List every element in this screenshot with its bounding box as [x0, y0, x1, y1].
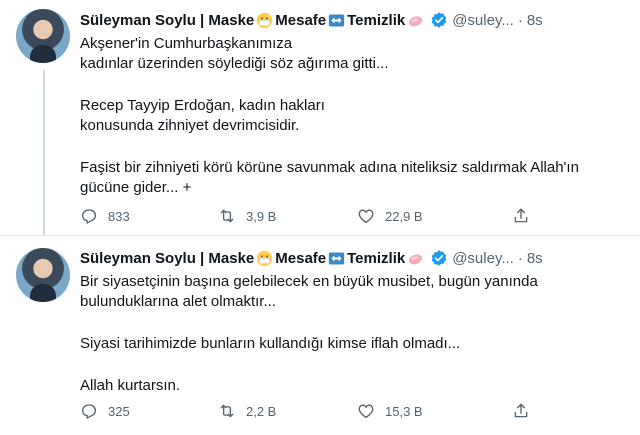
- author-name[interactable]: Süleyman Soylu | Maske: [80, 250, 254, 267]
- share-button[interactable]: [512, 400, 540, 422]
- tweet-text-line: Bir siyasetçinin başına gelebilecek en b…: [80, 273, 538, 290]
- author-name-part3[interactable]: Temizlik: [347, 12, 405, 29]
- tweet-text-line: Recep Tayyip Erdoğan, kadın hakları: [80, 97, 325, 114]
- like-count: 22,9 B: [385, 208, 423, 224]
- tweet-text: Bir siyasetçinin başına gelebilecek en b…: [80, 272, 625, 396]
- soap-emoji-icon: [409, 253, 423, 264]
- tweet-timestamp[interactable]: 8s: [527, 250, 543, 267]
- soap-emoji-icon: [409, 15, 423, 26]
- tweet-actions: 325 2,2 B 15,3 B: [80, 400, 540, 422]
- reply-button[interactable]: 833: [80, 205, 130, 227]
- share-icon: [514, 403, 528, 418]
- heart-icon: [358, 209, 374, 224]
- retweet-button[interactable]: 2,2 B: [218, 400, 276, 422]
- author-name-part2[interactable]: Mesafe: [275, 12, 326, 29]
- author-handle[interactable]: @suley...: [452, 250, 514, 267]
- avatar[interactable]: [16, 248, 70, 302]
- tweet-timestamp[interactable]: 8s: [527, 12, 543, 29]
- verified-badge-icon: [431, 12, 447, 28]
- left-right-arrow-emoji-icon: [328, 252, 345, 264]
- share-button[interactable]: [512, 205, 540, 227]
- mask-emoji-icon: [257, 250, 273, 266]
- reply-icon: [81, 209, 97, 224]
- tweet-text: Akşener'in Cumhurbaşkanımıza kadınlar üz…: [80, 34, 625, 198]
- author-name-part3[interactable]: Temizlik: [347, 250, 405, 267]
- left-right-arrow-emoji-icon: [328, 14, 345, 26]
- author-name[interactable]: Süleyman Soylu | Maske: [80, 12, 254, 29]
- like-button[interactable]: 15,3 B: [357, 400, 423, 422]
- retweet-icon: [220, 209, 234, 223]
- tweet-text-line: Akşener'in Cumhurbaşkanımıza: [80, 35, 293, 52]
- reply-button[interactable]: 325: [80, 400, 130, 422]
- retweet-icon: [220, 404, 234, 418]
- heart-icon: [358, 404, 374, 419]
- tweet-text-line: gücüne gider... +: [80, 179, 192, 196]
- like-count: 15,3 B: [385, 403, 423, 419]
- tweet-text-line: Allah kurtarsın.: [80, 377, 181, 394]
- retweet-button[interactable]: 3,9 B: [218, 205, 276, 227]
- tweet-text-line: konusunda zihniyet devrimcisidir.: [80, 117, 300, 134]
- like-button[interactable]: 22,9 B: [357, 205, 423, 227]
- tweet[interactable]: Süleyman Soylu | Maske Mesafe Temizlik @…: [0, 236, 640, 435]
- tweet[interactable]: Süleyman Soylu | Maske Mesafe Temizlik @…: [0, 0, 640, 236]
- share-icon: [514, 208, 528, 223]
- verified-badge-icon: [431, 250, 447, 266]
- tweet-header: Süleyman Soylu | Maske Mesafe Temizlik @…: [80, 247, 543, 269]
- tweet-header: Süleyman Soylu | Maske Mesafe Temizlik @…: [80, 9, 543, 31]
- separator-dot: ·: [517, 11, 523, 29]
- reply-icon: [81, 404, 97, 419]
- tweet-text-line: bulunduklarına alet olmaktır...: [80, 293, 276, 310]
- tweet-text-line: Siyasi tarihimizde bunların kullandığı k…: [80, 335, 461, 352]
- mask-emoji-icon: [257, 12, 273, 28]
- retweet-count: 2,2 B: [246, 403, 277, 419]
- separator-dot: ·: [517, 249, 523, 267]
- reply-count: 325: [108, 403, 130, 419]
- avatar[interactable]: [16, 9, 70, 63]
- tweet-text-line: Faşist bir zihniyeti körü körüne savunma…: [80, 159, 579, 176]
- retweet-count: 3,9 B: [246, 208, 277, 224]
- tweet-text-line: kadınlar üzerinden söylediği söz ağırıma…: [80, 55, 389, 72]
- tweet-actions: 833 3,9 B 22,9 B: [80, 205, 540, 227]
- author-name-part2[interactable]: Mesafe: [275, 250, 326, 267]
- reply-count: 833: [108, 208, 130, 224]
- author-handle[interactable]: @suley...: [452, 12, 514, 29]
